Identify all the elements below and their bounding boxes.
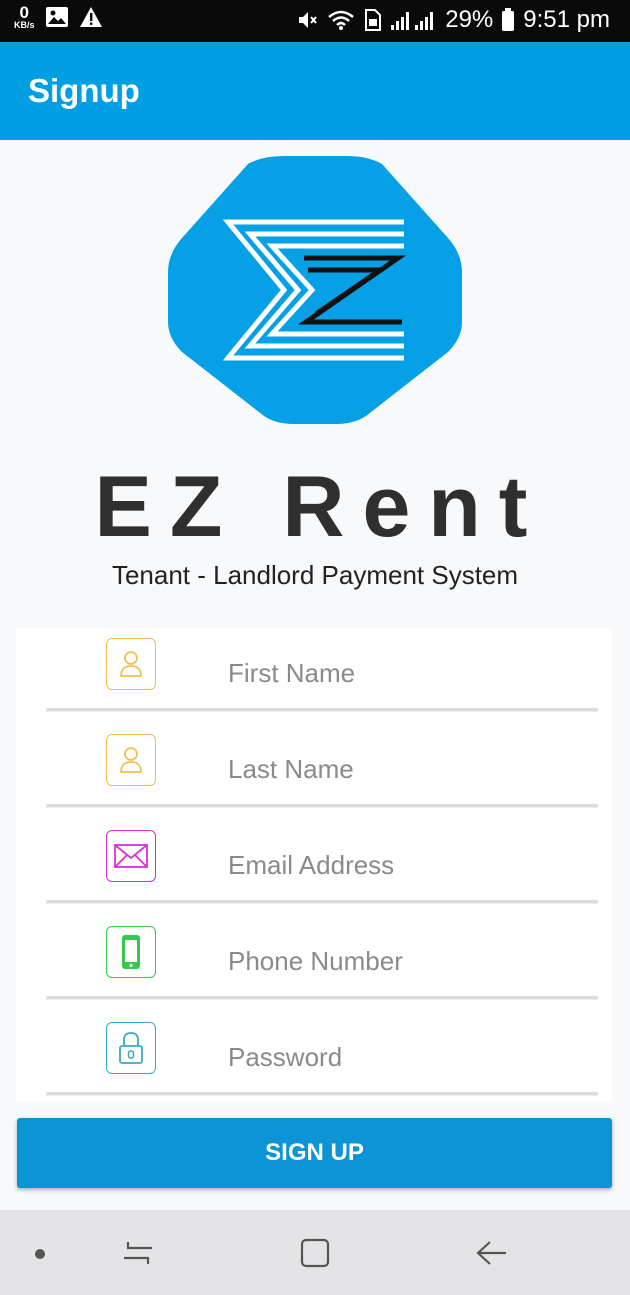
clock: 9:51 pm: [523, 6, 610, 33]
last-name-field[interactable]: Last Name: [228, 754, 354, 785]
image-icon: [45, 7, 68, 27]
last-name-row[interactable]: Last Name: [16, 724, 612, 820]
ez-rent-logo-icon: [168, 156, 462, 424]
network-speed-unit: KB/s: [14, 20, 35, 30]
network-speed: 0 KB/s: [14, 4, 35, 30]
sim-icon: [365, 9, 382, 31]
envelope-icon: [106, 830, 156, 882]
signal-icon: [391, 12, 434, 30]
mute-icon: [299, 12, 318, 28]
lock-icon: [106, 1022, 156, 1074]
divider: [46, 996, 598, 999]
divider: [46, 804, 598, 807]
phone-icon: [106, 926, 156, 978]
back-arrow-icon[interactable]: [474, 1238, 510, 1268]
divider: [46, 1092, 598, 1095]
brand-name: EZ Rent: [94, 459, 546, 555]
divider: [46, 900, 598, 903]
wifi-icon: [328, 10, 355, 30]
home-icon[interactable]: [298, 1236, 332, 1270]
app-bar: Signup: [0, 42, 630, 140]
divider: [46, 708, 598, 711]
phone-row[interactable]: Phone Number: [16, 916, 612, 1012]
password-row[interactable]: Password: [16, 1012, 612, 1108]
battery-icon: [502, 8, 515, 31]
phone-field[interactable]: Phone Number: [228, 946, 403, 977]
email-field[interactable]: Email Address: [228, 850, 394, 881]
first-name-field[interactable]: First Name: [228, 658, 355, 689]
tagline: Tenant - Landlord Payment System: [111, 560, 519, 590]
recent-apps-icon[interactable]: [120, 1236, 156, 1270]
status-left: 0 KB/s: [14, 4, 103, 30]
status-right: 29% 9:51 pm: [295, 6, 610, 34]
navigation-bar: [0, 1210, 630, 1295]
network-speed-value: 0: [19, 3, 29, 22]
person-icon: [106, 734, 156, 786]
signup-button[interactable]: SIGN UP: [17, 1118, 612, 1188]
email-row[interactable]: Email Address: [16, 820, 612, 916]
page-title: Signup: [28, 72, 140, 109]
password-field[interactable]: Password: [228, 1042, 342, 1073]
warning-icon: [79, 7, 102, 27]
dot-icon[interactable]: [33, 1247, 47, 1261]
battery-percent: 29%: [445, 6, 494, 33]
status-bar: 0 KB/s 29% 9:51 pm: [0, 0, 630, 42]
person-icon: [106, 638, 156, 690]
first-name-row[interactable]: First Name: [16, 628, 612, 724]
signup-form: First Name Last Name Email Address Phone…: [16, 628, 612, 1102]
